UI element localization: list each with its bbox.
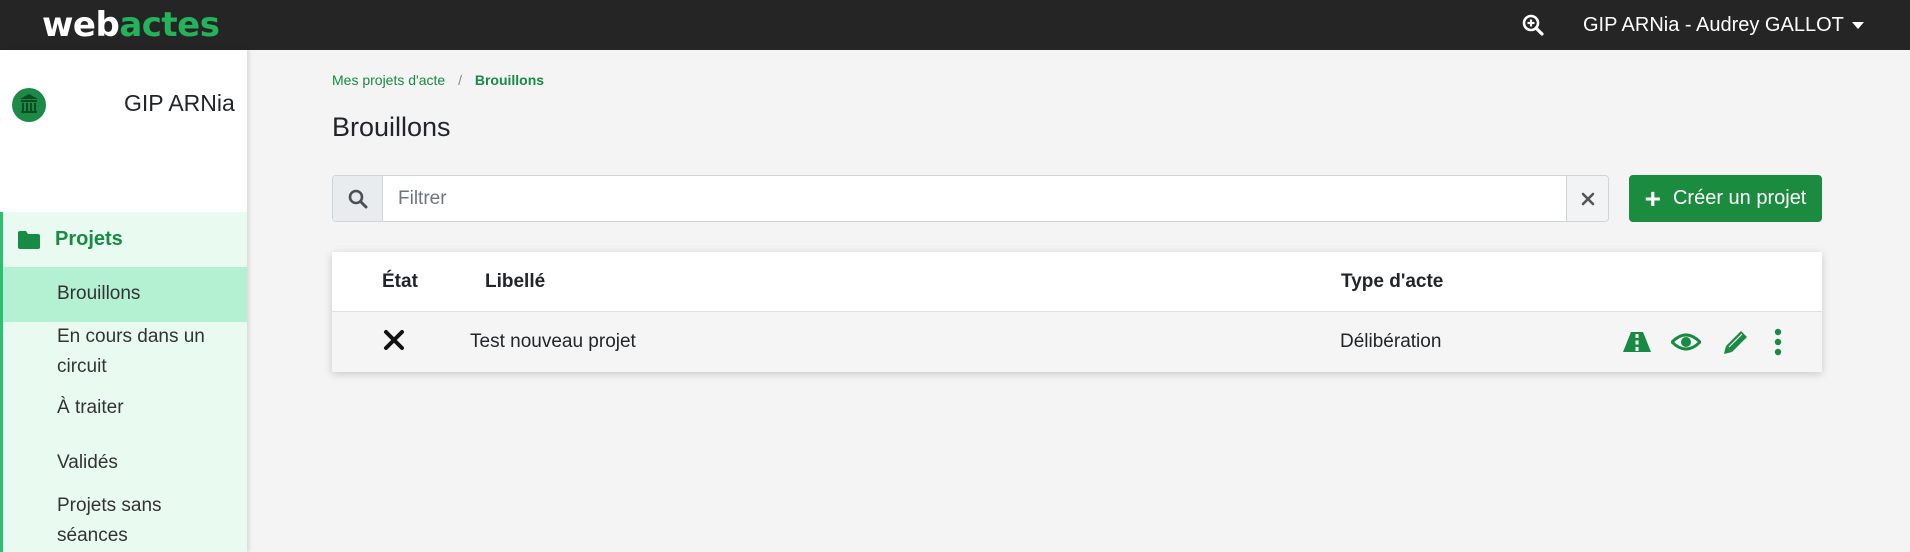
- sidebar-item-en-cours[interactable]: En cours dans un circuit: [3, 322, 223, 382]
- zoom-in-icon[interactable]: [1521, 13, 1545, 37]
- plus-icon: +: [1644, 182, 1661, 214]
- app-logo[interactable]: webactes: [42, 4, 220, 46]
- row-label: Test nouveau projet: [470, 331, 636, 352]
- organization-name: GIP ARNia: [124, 90, 235, 116]
- sidebar-nav: Projets Brouillons En cours dans un circ…: [0, 212, 247, 552]
- breadcrumb: Mes projets d'acte / Brouillons: [332, 72, 544, 88]
- table-header: État Libellé Type d'acte: [332, 252, 1822, 312]
- filter-group: [332, 175, 1609, 222]
- sidebar-section-label: Projets: [55, 228, 123, 250]
- column-header-state[interactable]: État: [382, 271, 418, 293]
- top-navbar: webactes GIP ARNia - Audrey GALLOT: [0, 0, 1910, 50]
- more-vertical-icon[interactable]: [1763, 327, 1793, 357]
- clear-filter-icon[interactable]: [1566, 176, 1608, 221]
- sidebar-item-sans-seances[interactable]: Projets sans séances: [3, 491, 203, 551]
- brand-part1: web: [42, 5, 120, 45]
- pencil-icon[interactable]: [1721, 327, 1751, 357]
- sidebar: GIP ARNia Projets Brouillons En cours da…: [0, 50, 247, 552]
- filter-input[interactable]: [383, 176, 1566, 221]
- sidebar-item-a-traiter[interactable]: À traiter: [3, 393, 247, 423]
- column-header-type[interactable]: Type d'acte: [1341, 271, 1443, 293]
- folder-icon: [18, 230, 40, 249]
- row-type: Délibération: [1340, 331, 1442, 352]
- user-menu-label: GIP ARNia - Audrey GALLOT: [1583, 14, 1844, 36]
- sidebar-section-projets[interactable]: Projets: [17, 228, 123, 251]
- search-icon: [333, 176, 383, 221]
- close-icon: [382, 328, 406, 352]
- table-row[interactable]: Test nouveau projet Délibération: [332, 312, 1822, 372]
- page-title: Brouillons: [332, 112, 451, 142]
- sidebar-item-valides[interactable]: Validés: [3, 448, 247, 478]
- caret-down-icon: [1851, 21, 1864, 29]
- brand-part2: actes: [119, 5, 220, 45]
- projects-table: État Libellé Type d'acte Test nouveau pr…: [332, 252, 1822, 372]
- sidebar-item-brouillons[interactable]: Brouillons: [3, 267, 247, 322]
- user-menu[interactable]: GIP ARNia - Audrey GALLOT: [1583, 13, 1864, 37]
- eye-icon[interactable]: [1671, 327, 1701, 357]
- road-icon[interactable]: [1622, 327, 1652, 357]
- breadcrumb-parent-link[interactable]: Mes projets d'acte: [332, 72, 445, 88]
- breadcrumb-separator: /: [458, 72, 462, 88]
- create-project-label: Créer un projet: [1672, 187, 1807, 209]
- breadcrumb-current: Brouillons: [474, 72, 545, 88]
- organization-logo-icon: [12, 88, 46, 122]
- column-header-label[interactable]: Libellé: [485, 271, 545, 293]
- create-project-button[interactable]: + Créer un projet: [1629, 175, 1822, 222]
